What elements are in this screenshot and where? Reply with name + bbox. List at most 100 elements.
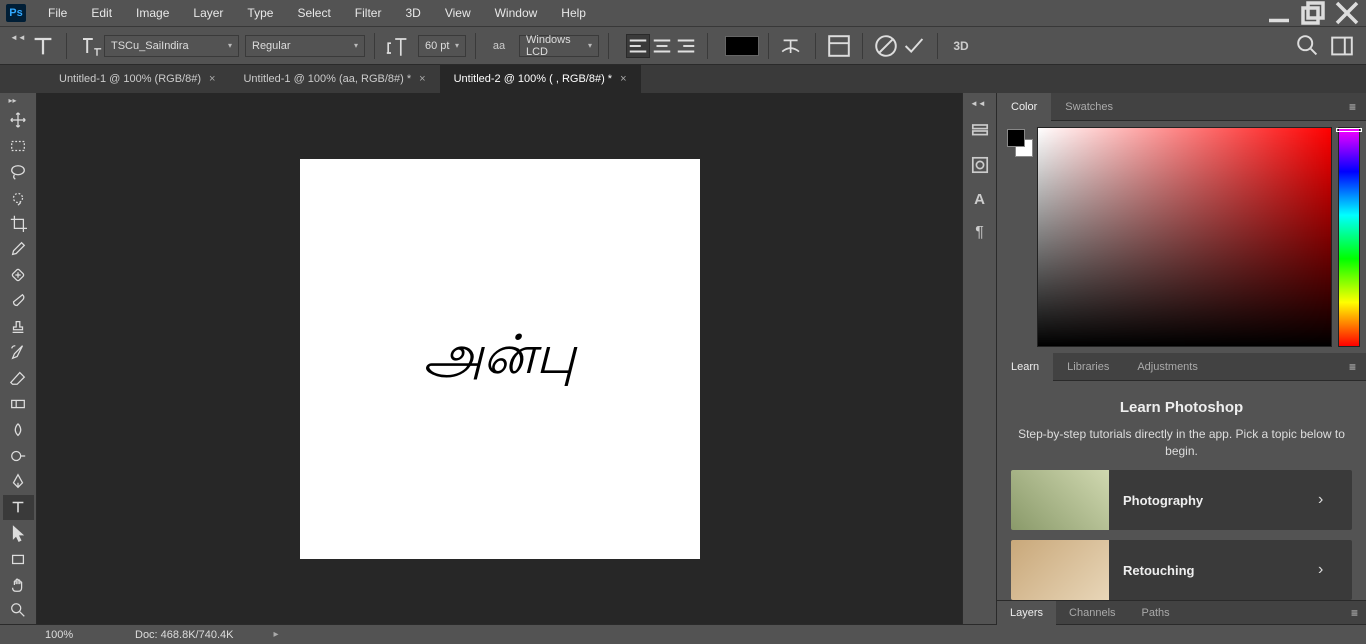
commit-icon[interactable] bbox=[900, 32, 928, 60]
tab-paths[interactable]: Paths bbox=[1129, 601, 1183, 625]
orientation-toggle-icon[interactable] bbox=[76, 32, 104, 60]
options-bar: ◄◄ TSCu_SaiIndira ▾ Regular ▾ 60 pt ▾ aa… bbox=[0, 27, 1366, 65]
right-dock-collapsed: ◄◄ A ¶ bbox=[962, 93, 996, 624]
lasso-tool[interactable] bbox=[3, 160, 34, 185]
type-tool[interactable] bbox=[3, 495, 34, 520]
canvas[interactable]: அன்பு bbox=[300, 159, 700, 559]
3d-button[interactable]: 3D bbox=[947, 32, 975, 60]
eraser-tool[interactable] bbox=[3, 366, 34, 391]
eyedropper-tool[interactable] bbox=[3, 237, 34, 262]
align-right-button[interactable] bbox=[674, 34, 698, 58]
align-left-button[interactable] bbox=[626, 34, 650, 58]
font-style-dropdown[interactable]: Regular ▾ bbox=[245, 35, 365, 57]
antialias-value: Windows LCD bbox=[526, 34, 588, 58]
font-family-value: TSCu_SaiIndira bbox=[111, 40, 189, 52]
menu-image[interactable]: Image bbox=[124, 0, 181, 27]
menu-filter[interactable]: Filter bbox=[343, 0, 394, 27]
healing-tool[interactable] bbox=[3, 263, 34, 288]
learn-item-photography[interactable]: Photography › bbox=[1011, 470, 1352, 530]
learn-thumb bbox=[1011, 540, 1109, 600]
menu-edit[interactable]: Edit bbox=[79, 0, 124, 27]
font-size-dropdown[interactable]: 60 pt ▾ bbox=[418, 35, 466, 57]
menu-type[interactable]: Type bbox=[235, 0, 285, 27]
close-tab-icon[interactable]: × bbox=[419, 73, 425, 85]
workspace-icon[interactable] bbox=[1328, 32, 1356, 60]
move-tool[interactable] bbox=[3, 108, 34, 133]
path-select-tool[interactable] bbox=[3, 521, 34, 546]
close-tab-icon[interactable]: × bbox=[209, 73, 215, 85]
dock-expand-icon[interactable]: ◄◄ bbox=[970, 99, 984, 109]
learn-title: Learn Photoshop bbox=[1011, 399, 1352, 416]
tab-adjustments[interactable]: Adjustments bbox=[1123, 353, 1212, 381]
learn-item-retouching[interactable]: Retouching › bbox=[1011, 540, 1352, 600]
cancel-icon[interactable] bbox=[872, 32, 900, 60]
menu-window[interactable]: Window bbox=[483, 0, 550, 27]
tab-libraries[interactable]: Libraries bbox=[1053, 353, 1123, 381]
stamp-tool[interactable] bbox=[3, 314, 34, 339]
menu-help[interactable]: Help bbox=[549, 0, 598, 27]
blur-tool[interactable] bbox=[3, 417, 34, 442]
panel-menu-icon[interactable]: ≡ bbox=[1347, 606, 1366, 620]
color-saturation-field[interactable] bbox=[1037, 127, 1332, 347]
tab-layers[interactable]: Layers bbox=[997, 601, 1056, 625]
hue-slider[interactable] bbox=[1338, 127, 1360, 347]
tab-color[interactable]: Color bbox=[997, 93, 1051, 121]
character-panel-icon[interactable]: A bbox=[968, 187, 992, 211]
tools-expand-icon[interactable]: ▸▸ bbox=[9, 96, 23, 108]
menu-layer[interactable]: Layer bbox=[181, 0, 235, 27]
foreground-background-swatches[interactable] bbox=[1003, 127, 1031, 347]
zoom-level[interactable]: 100% bbox=[45, 629, 105, 641]
font-size-icon bbox=[384, 32, 412, 60]
history-panel-icon[interactable] bbox=[968, 119, 992, 143]
menu-3d[interactable]: 3D bbox=[393, 0, 432, 27]
warp-text-icon[interactable] bbox=[778, 32, 806, 60]
menu-view[interactable]: View bbox=[433, 0, 483, 27]
right-panels: Color Swatches ≡ Learn Libraries Adjustm… bbox=[996, 93, 1366, 624]
panel-menu-icon[interactable]: ≡ bbox=[1345, 360, 1360, 374]
font-family-dropdown[interactable]: TSCu_SaiIndira ▾ bbox=[104, 35, 239, 57]
brush-tool[interactable] bbox=[3, 288, 34, 313]
canvas-text-layer[interactable]: அன்பு bbox=[423, 324, 576, 394]
panel-menu-icon[interactable]: ≡ bbox=[1345, 100, 1360, 114]
chevron-right-icon[interactable]: ▸ bbox=[273, 629, 278, 640]
text-align-group bbox=[626, 34, 698, 58]
align-center-button[interactable] bbox=[650, 34, 674, 58]
history-brush-tool[interactable] bbox=[3, 340, 34, 365]
foreground-color[interactable] bbox=[1007, 129, 1025, 147]
character-panel-icon[interactable] bbox=[825, 32, 853, 60]
menu-select[interactable]: Select bbox=[285, 0, 342, 27]
document-tab[interactable]: Untitled-1 @ 100% (aa, RGB/8#) *× bbox=[229, 65, 439, 93]
status-bar: 100% Doc: 468.8K/740.4K ▸ bbox=[0, 624, 1366, 644]
dodge-tool[interactable] bbox=[3, 443, 34, 468]
hand-tool[interactable] bbox=[3, 572, 34, 597]
search-icon[interactable] bbox=[1294, 32, 1322, 60]
properties-panel-icon[interactable] bbox=[968, 153, 992, 177]
menu-file[interactable]: File bbox=[36, 0, 79, 27]
close-icon[interactable] bbox=[1332, 3, 1362, 23]
crop-tool[interactable] bbox=[3, 211, 34, 236]
canvas-area[interactable]: அன்பு bbox=[37, 93, 962, 624]
close-tab-icon[interactable]: × bbox=[620, 73, 626, 85]
marquee-tool[interactable] bbox=[3, 134, 34, 159]
text-color-swatch[interactable] bbox=[725, 36, 759, 56]
document-tab[interactable]: Untitled-1 @ 100% (RGB/8#)× bbox=[45, 65, 229, 93]
chevron-down-icon: ▾ bbox=[354, 41, 358, 50]
quick-select-tool[interactable] bbox=[3, 185, 34, 210]
minimize-icon[interactable] bbox=[1264, 3, 1294, 23]
pen-tool[interactable] bbox=[3, 469, 34, 494]
tab-learn[interactable]: Learn bbox=[997, 353, 1053, 381]
shape-tool[interactable] bbox=[3, 546, 34, 571]
collapse-toggle-icon[interactable]: ◄◄ bbox=[10, 33, 24, 58]
antialias-dropdown[interactable]: Windows LCD ▾ bbox=[519, 35, 599, 57]
document-info[interactable]: Doc: 468.8K/740.4K bbox=[135, 629, 233, 641]
gradient-tool[interactable] bbox=[3, 392, 34, 417]
app-logo: Ps bbox=[6, 4, 26, 22]
tab-channels[interactable]: Channels bbox=[1056, 601, 1128, 625]
paragraph-panel-icon[interactable]: ¶ bbox=[968, 221, 992, 245]
restore-icon[interactable] bbox=[1298, 3, 1328, 23]
window-controls bbox=[1264, 3, 1366, 23]
document-tab[interactable]: Untitled-2 @ 100% ( , RGB/8#) *× bbox=[440, 65, 641, 93]
tab-swatches[interactable]: Swatches bbox=[1051, 93, 1127, 121]
zoom-tool[interactable] bbox=[3, 598, 34, 623]
menu-bar: Ps File Edit Image Layer Type Select Fil… bbox=[0, 0, 1366, 27]
